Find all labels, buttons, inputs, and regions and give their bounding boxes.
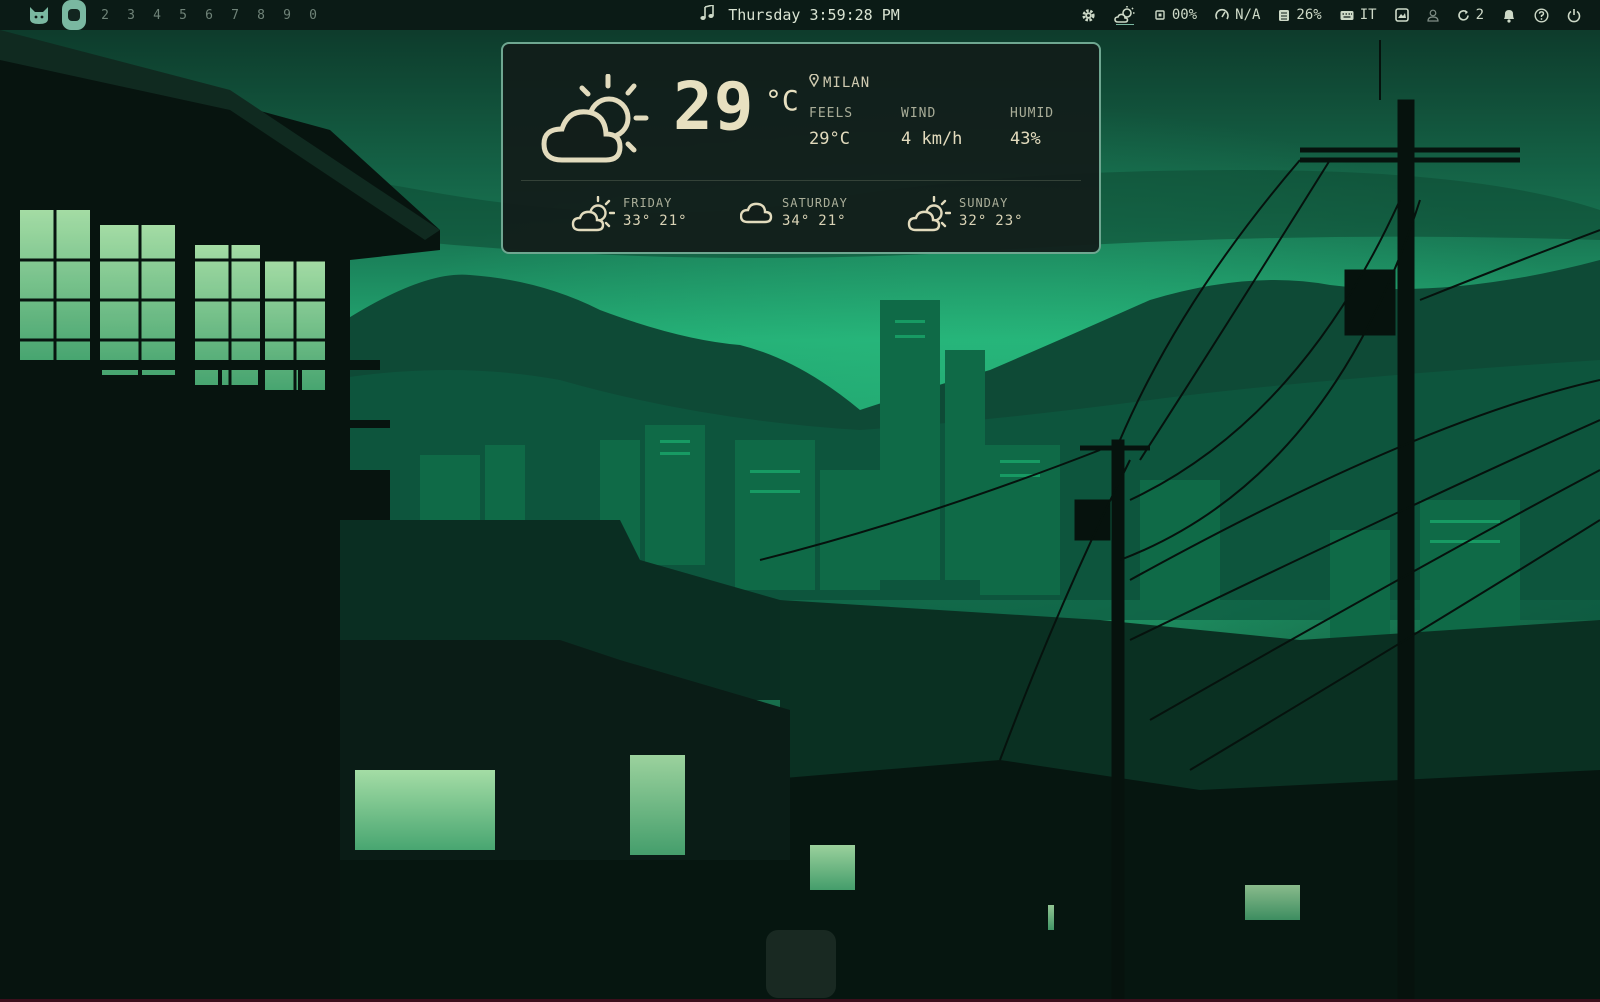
refresh-icon (1457, 9, 1470, 22)
cpu-icon (1154, 9, 1166, 21)
workspace-8[interactable]: 8 (248, 8, 274, 23)
forecast-sunday: SUNDAY 32° 23° (907, 195, 1024, 236)
updates-count: 2 (1475, 7, 1484, 23)
screenshot-button[interactable] (1386, 8, 1418, 22)
feels-like-stat: FEELS 29°C (809, 106, 853, 149)
gauge-icon (1215, 8, 1229, 22)
clock[interactable]: Thursday 3:59:28 PM (728, 6, 900, 24)
humidity-stat: HUMID 43% (1010, 106, 1054, 149)
cpu-value: 00% (1171, 7, 1198, 23)
forecast-friday: FRIDAY 33° 21° (571, 195, 688, 236)
power-icon (1567, 8, 1581, 23)
location: MILAN (809, 73, 871, 91)
network-speed[interactable]: N/A (1206, 7, 1269, 23)
location-name: MILAN (823, 74, 871, 91)
partly-cloudy-icon (907, 195, 952, 236)
forecast-high: 33° (623, 213, 652, 229)
forecast-low: 21° (818, 213, 847, 229)
power-button[interactable] (1558, 8, 1590, 23)
stat-value: 4 km/h (901, 129, 963, 149)
workspace-5[interactable]: 5 (170, 8, 196, 23)
workspace-2[interactable]: 2 (92, 8, 118, 23)
screenshot-icon (1394, 8, 1409, 22)
keyboard-layout-value: IT (1359, 7, 1377, 23)
partly-cloudy-icon (540, 73, 652, 170)
divider (521, 180, 1081, 181)
stat-label: FEELS (809, 106, 854, 121)
partly-cloudy-icon (1114, 5, 1136, 25)
workspace-7[interactable]: 7 (222, 8, 248, 23)
forecast-low: 21° (659, 213, 688, 229)
workspace-6[interactable]: 6 (196, 8, 222, 23)
keyboard-layout[interactable]: IT (1331, 7, 1386, 23)
square-icon (68, 9, 80, 21)
workspace-4[interactable]: 4 (144, 8, 170, 23)
forecast-saturday: SATURDAY 34° 21° (739, 196, 848, 230)
speed-value: N/A (1235, 7, 1261, 23)
stat-label: HUMID (1010, 106, 1055, 121)
location-pin-icon (809, 73, 819, 91)
gear-icon (1081, 8, 1096, 23)
forecast-day: FRIDAY (623, 196, 673, 210)
workspace-10[interactable]: 0 (300, 8, 326, 23)
top-bar: 2 3 4 5 6 7 8 9 0 Thursday 3:59:28 PM 00… (0, 0, 1600, 30)
notifications-button[interactable] (1493, 8, 1525, 23)
memory-value: 26% (1296, 7, 1322, 23)
forecast-day: SUNDAY (959, 196, 1009, 210)
stat-value: 43% (1010, 129, 1041, 149)
cloud-icon (739, 196, 774, 230)
workspace-1-active[interactable] (62, 0, 86, 30)
settings-button[interactable] (1072, 8, 1105, 23)
user-icon (1426, 9, 1439, 22)
temperature-unit: °C (765, 84, 799, 117)
dock-handle[interactable] (766, 930, 836, 998)
current-temperature: 29 (673, 68, 755, 145)
workspace-3[interactable]: 3 (118, 8, 144, 23)
weather-button[interactable] (1105, 5, 1145, 25)
cat-icon[interactable] (26, 4, 52, 26)
updates-button[interactable]: 2 (1448, 7, 1493, 23)
user-button[interactable] (1418, 9, 1448, 22)
help-icon (1534, 7, 1549, 23)
cpu-usage[interactable]: 00% (1145, 7, 1206, 23)
keyboard-icon (1340, 10, 1354, 21)
stat-label: WIND (901, 106, 937, 121)
forecast-high: 32° (959, 213, 988, 229)
forecast-high: 34° (782, 213, 811, 229)
system-tray: 00% N/A 26% IT 2 (1072, 0, 1590, 30)
forecast-low: 23° (995, 213, 1024, 229)
music-note-icon[interactable] (700, 3, 715, 25)
bell-icon (1502, 8, 1516, 23)
workspace-switcher: 2 3 4 5 6 7 8 9 0 (26, 0, 326, 30)
workspace-9[interactable]: 9 (274, 8, 300, 23)
weather-widget: 29 °C MILAN FEELS 29°C WIND 4 km/h HUMID… (501, 42, 1101, 254)
partly-cloudy-icon (571, 195, 616, 236)
wind-stat: WIND 4 km/h (901, 106, 962, 149)
forecast-day: SATURDAY (782, 196, 848, 210)
stat-value: 29°C (809, 129, 850, 149)
memory-icon (1278, 9, 1290, 22)
memory-usage[interactable]: 26% (1269, 7, 1330, 23)
help-button[interactable] (1525, 7, 1558, 23)
